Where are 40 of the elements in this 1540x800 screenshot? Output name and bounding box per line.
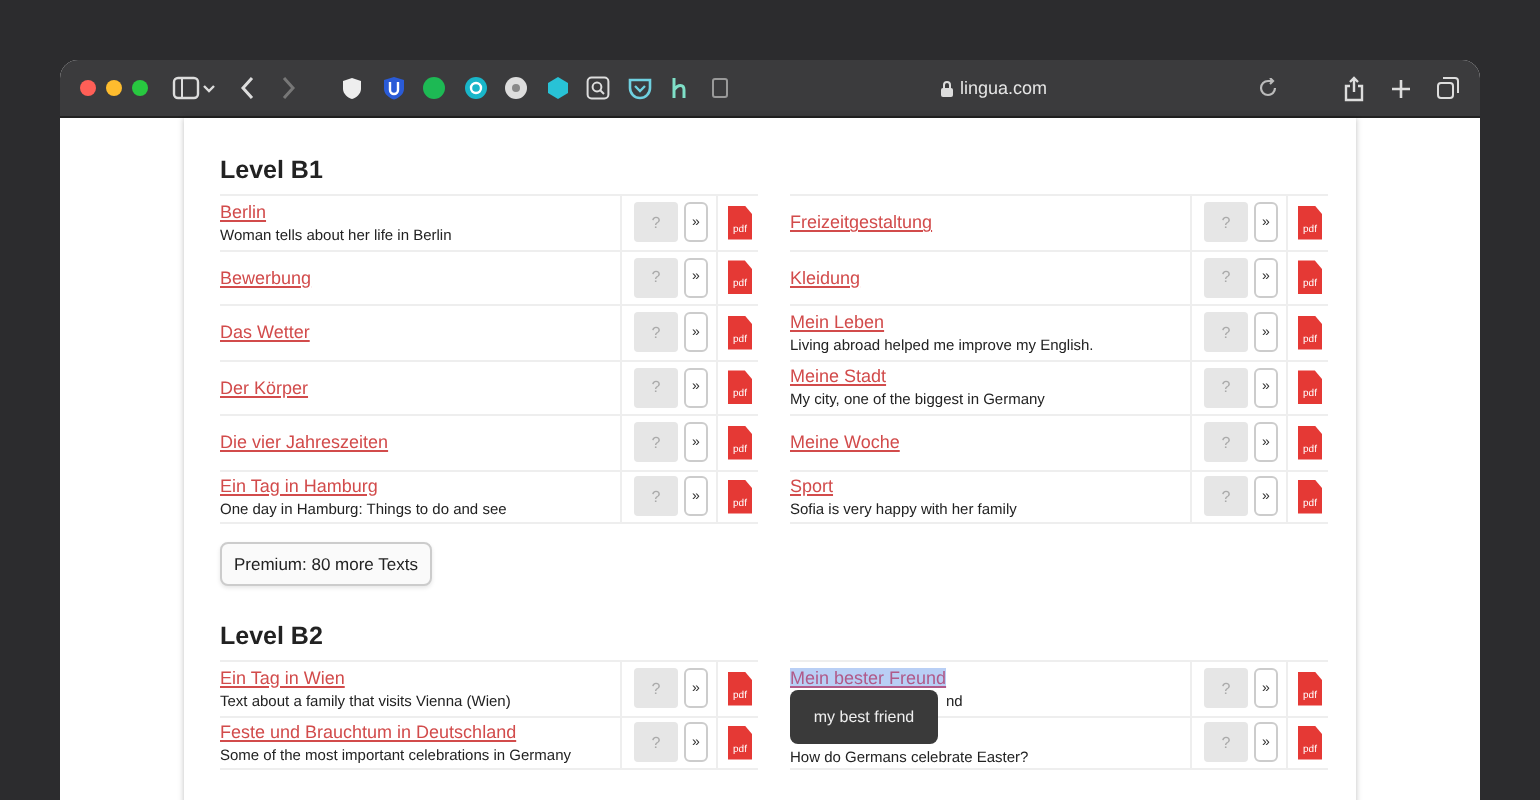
circle-icon[interactable] <box>463 76 487 100</box>
close-button[interactable] <box>80 80 96 96</box>
text-link[interactable]: Mein bester Freund <box>790 667 947 688</box>
text-link[interactable]: Berlin <box>220 201 267 222</box>
section-heading: Level B2 <box>220 622 325 650</box>
shield-icon[interactable] <box>381 76 405 100</box>
text-link[interactable]: Mein Leben <box>790 311 885 332</box>
text-link[interactable]: Sport <box>790 475 834 496</box>
text-link[interactable]: Der Körper <box>220 377 309 398</box>
text-link[interactable]: Feste und Brauchtum in Deutschland <box>220 721 517 742</box>
text-link[interactable]: Meine Woche <box>790 432 900 453</box>
text-link[interactable]: Die vier Jahreszeiten <box>220 432 389 453</box>
text-link[interactable]: Freizeitgestaltung <box>790 212 933 233</box>
premium-button[interactable]: Premium: 80 more Texts <box>220 542 432 586</box>
page-icon[interactable] <box>709 76 729 100</box>
share-icon[interactable] <box>1342 75 1366 101</box>
letter-h-icon[interactable] <box>668 76 692 100</box>
magnifier-icon[interactable] <box>586 76 610 100</box>
sidebar-icon[interactable] <box>172 76 216 100</box>
section-heading: Level B1 <box>220 156 325 184</box>
minimize-button[interactable] <box>106 80 122 96</box>
tooltip: my best friend <box>790 690 938 744</box>
hexagon-icon[interactable] <box>545 76 569 100</box>
back-icon[interactable] <box>240 76 256 100</box>
text-link[interactable]: Meine Stadt <box>790 366 887 387</box>
zoom-button[interactable] <box>132 80 148 96</box>
plus-icon[interactable] <box>1390 77 1412 99</box>
pocket-icon[interactable] <box>627 76 651 100</box>
text-link[interactable]: Bewerbung <box>220 267 312 288</box>
forward-icon[interactable] <box>280 76 296 100</box>
text-link[interactable]: Ein Tag in Wien <box>220 667 345 688</box>
text-link[interactable]: Ein Tag in Hamburg <box>220 475 378 496</box>
shield-icon[interactable] <box>340 76 364 100</box>
text-link[interactable]: Das Wetter <box>220 322 310 343</box>
reload-icon[interactable] <box>1258 78 1278 98</box>
address-text[interactable]: lingua.com <box>959 78 1048 98</box>
text-link[interactable]: Kleidung <box>790 267 861 288</box>
tabs-icon[interactable] <box>1436 76 1460 100</box>
lock-icon <box>939 79 954 97</box>
circle-icon[interactable] <box>504 76 528 100</box>
